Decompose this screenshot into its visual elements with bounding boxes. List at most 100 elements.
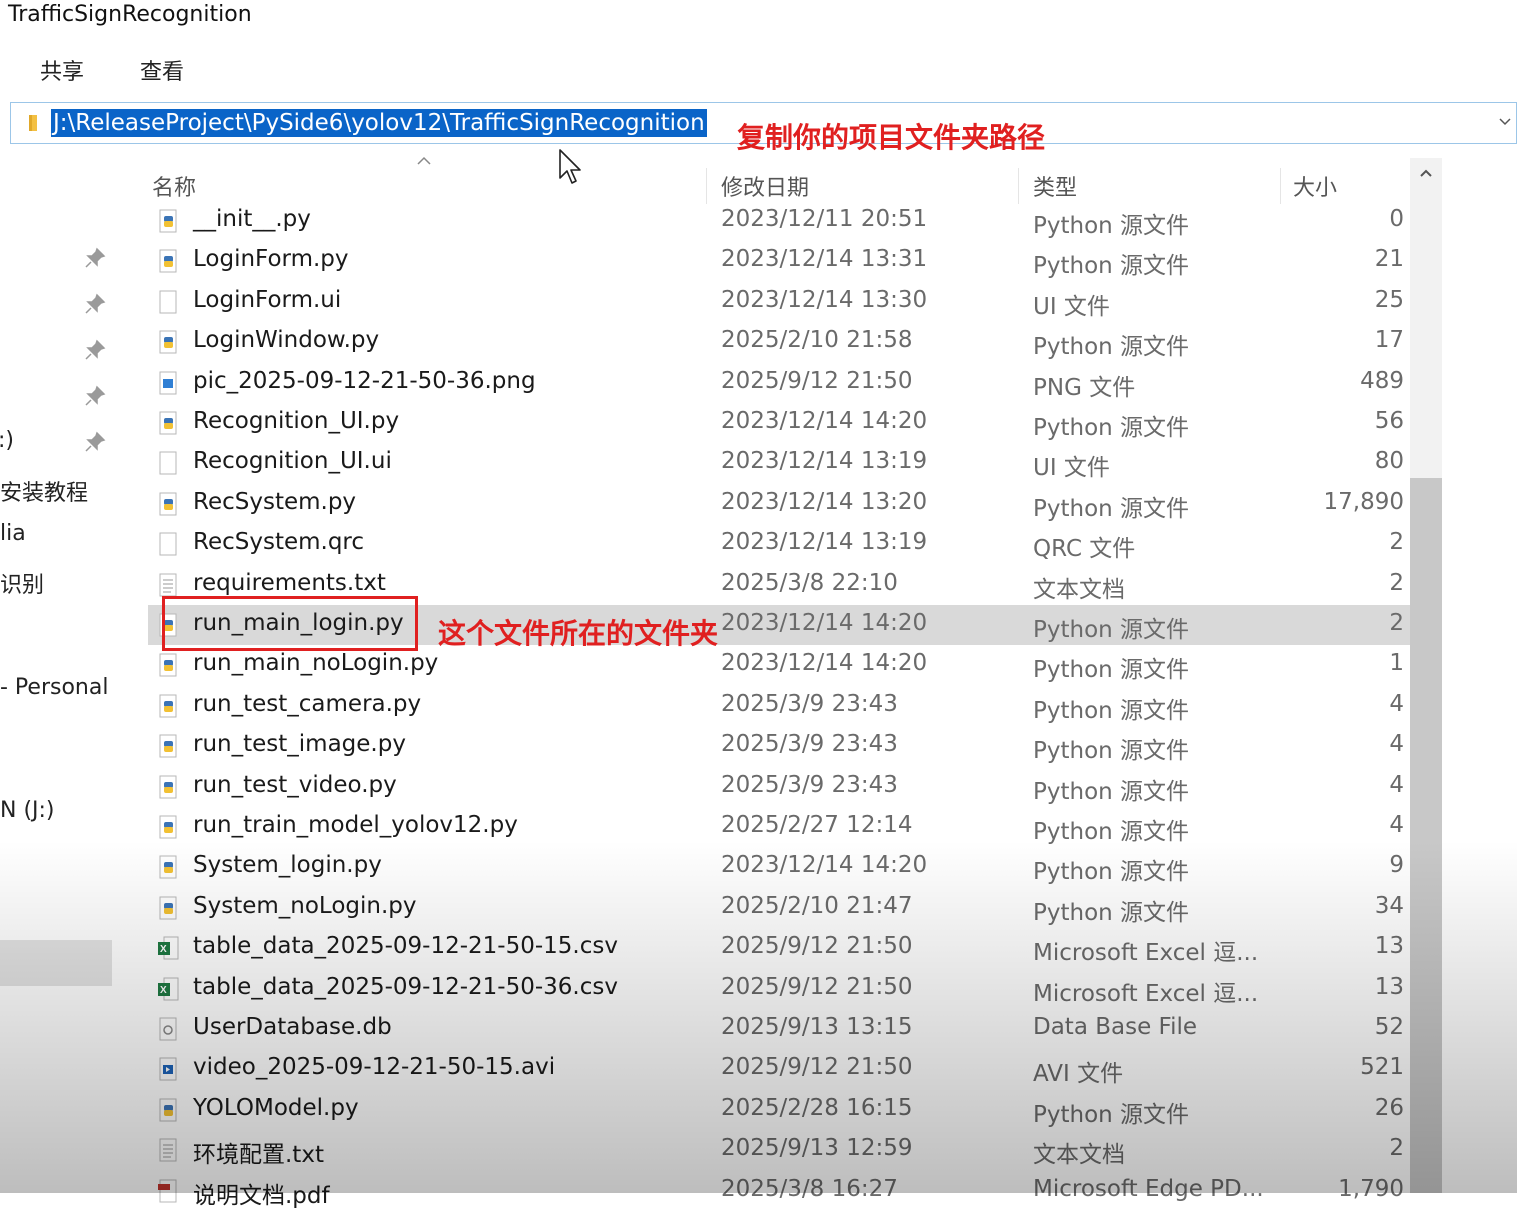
nav-item-recognition[interactable]: 识别 [0,567,44,599]
file-row[interactable]: run_main_noLogin.py 2023/12/14 14:20 Pytho… [148,645,1410,685]
file-type: UI 文件 [1033,455,1110,482]
file-row[interactable]: Xtable_data_2025-09-12-21-50-36.csv 2025/… [148,969,1410,1009]
file-size: 2 [1389,1135,1404,1162]
file-row[interactable]: run_test_camera.py 2025/3/9 23:43 Python 源… [148,686,1410,726]
scroll-up-icon[interactable] [1419,168,1433,178]
file-row[interactable]: video_2025-09-12-21-50-15.avi 2025/9/12 2… [148,1049,1410,1089]
file-name: run_test_image.py [193,731,406,758]
file-row[interactable]: run_test_video.py 2025/3/9 23:43 Python 源文… [148,767,1410,807]
column-header-type[interactable]: 类型 [1033,170,1077,202]
nav-item-media[interactable]: lia [0,521,26,546]
python-file-icon [159,249,177,273]
python-file-icon [159,815,177,839]
column-divider[interactable] [1018,168,1019,204]
file-size: 1,790 [1338,1175,1404,1202]
pin-icon[interactable] [84,247,106,269]
file-row[interactable]: __init__.py 2023/12/11 20:51 Python 源文件 0 [148,201,1410,241]
column-divider[interactable] [706,168,707,204]
file-row[interactable]: requirements.txt 2025/3/8 22:10 文本文档 2 [148,565,1410,605]
file-size: 521 [1360,1054,1404,1081]
python-file-icon [159,330,177,354]
file-name: run_train_model_yolov12.py [193,812,518,838]
file-name: run_main_noLogin.py [193,650,439,677]
file-type: Python 源文件 [1033,697,1190,724]
pin-icon[interactable] [84,385,106,407]
file-row[interactable]: LoginWindow.py 2025/2/10 21:58 Python 源文件 1… [148,322,1410,362]
nav-item-drive-other[interactable]: ) [0,922,1,947]
file-size: 25 [1374,286,1404,313]
tab-view[interactable]: 查看 [140,54,184,86]
tab-share[interactable]: 共享 [40,54,84,86]
file-row[interactable]: YOLOModel.py 2025/2/28 16:15 Python 源文件 26 [148,1090,1410,1130]
file-row[interactable]: Xtable_data_2025-09-12-21-50-15.csv 2025/… [148,928,1410,968]
file-row[interactable]: pic_2025-09-12-21-50-36.png 2025/9/12 21:… [148,363,1410,403]
file-date: 2023/12/11 20:51 [721,206,928,232]
title-bar: TrafficSignRecognition [0,0,1517,40]
python-file-icon [159,694,177,718]
ribbon: 共享 查看 [0,40,1517,92]
file-size: 13 [1374,933,1404,960]
file-row[interactable]: Recognition_UI.ui 2023/12/14 13:19 UI 文件 80 [148,443,1410,483]
file-date: 2023/12/14 13:19 [721,529,928,556]
nav-item-personal[interactable]: - Personal [0,675,108,700]
nav-item-drive-other[interactable]: ) [0,862,1,887]
file-row[interactable]: System_login.py 2023/12/14 14:20 Python 源文… [148,847,1410,887]
chevron-down-icon[interactable] [1498,115,1512,129]
vertical-scrollbar[interactable] [1410,158,1442,1193]
column-header-name[interactable]: 名称 [152,170,196,202]
folder-icon [29,115,37,131]
nav-item-drive-j[interactable]: N (J:) [0,798,55,823]
file-size: 21 [1374,246,1404,273]
address-path[interactable]: J:\ReleaseProject\PySide6\yolov12\Traffi… [51,109,707,137]
file-type: PNG 文件 [1033,374,1136,401]
file-date: 2025/3/8 16:27 [721,1175,898,1202]
file-row[interactable]: LoginForm.ui 2023/12/14 13:30 UI 文件 25 [148,282,1410,322]
pin-icon[interactable] [84,293,106,315]
file-row[interactable]: Recognition_UI.py 2023/12/14 14:20 Python … [148,403,1410,443]
file-date: 2023/12/14 13:30 [721,286,928,313]
file-type: Microsoft Excel 逗... [1033,940,1259,967]
file-name: UserDatabase.db [193,1014,392,1040]
column-header-size[interactable]: 大小 [1293,170,1337,202]
file-date: 2025/2/10 21:47 [721,892,913,919]
file-name: pic_2025-09-12-21-50-36.png [193,367,536,394]
file-row[interactable]: run_train_model_yolov12.py 2025/2/27 12:1… [148,807,1410,847]
file-row[interactable]: 环境配置.txt 2025/9/13 12:59 文本文档 2 [148,1130,1410,1170]
text-file-icon [159,573,177,597]
file-name: LoginForm.py [193,246,349,273]
annotation-file-note: 这个文件所在的文件夹 [438,617,719,650]
file-type: Python 源文件 [1033,253,1190,280]
file-name: 环境配置.txt [193,1142,324,1169]
file-row[interactable]: run_main_login.py 2023/12/14 14:20 Python … [148,605,1410,645]
svg-text:X: X [160,944,167,955]
file-name: LoginWindow.py [193,327,380,354]
pin-icon[interactable] [84,339,106,361]
file-row[interactable]: RecSystem.py 2023/12/14 13:20 Python 源文件 17… [148,484,1410,524]
nav-item-drive[interactable]: :) [0,428,14,453]
file-row[interactable]: RecSystem.qrc 2023/12/14 13:19 QRC 文件 2 [148,524,1410,564]
file-type: Python 源文件 [1033,617,1190,643]
file-row[interactable]: UserDatabase.db 2025/9/13 13:15 Data Base … [148,1009,1410,1049]
blank-file-icon [159,532,177,556]
file-row[interactable]: run_test_image.py 2025/3/9 23:43 Python 源文… [148,726,1410,766]
file-name: RecSystem.qrc [193,529,365,556]
file-row[interactable]: 说明文档.pdf 2025/3/8 16:27 Microsoft Edge PD.… [148,1171,1410,1211]
file-type: Microsoft Edge PD... [1033,1175,1264,1202]
pin-icon[interactable] [84,431,106,453]
annotation-path-note: 复制你的项目文件夹路径 [737,121,1046,154]
file-row[interactable]: LoginForm.py 2023/12/14 13:31 Python 源文件 21 [148,241,1410,281]
nav-item-install-guide[interactable]: 安装教程 [0,475,88,507]
file-type: Python 源文件 [1033,334,1190,361]
file-size: 56 [1374,408,1404,434]
column-divider[interactable] [1280,168,1281,204]
python-file-icon [159,492,177,516]
file-type: Python 源文件 [1033,415,1190,441]
file-row[interactable]: System_noLogin.py 2025/2/10 21:47 Python 源… [148,888,1410,928]
file-size: 2 [1389,610,1404,636]
scrollbar-thumb[interactable] [1410,478,1442,1193]
file-date: 2025/9/12 21:50 [721,973,913,1000]
file-name: Recognition_UI.py [193,408,400,434]
video-file-icon [159,1057,177,1081]
file-type: Python 源文件 [1033,213,1190,239]
column-header-date[interactable]: 修改日期 [721,170,809,202]
